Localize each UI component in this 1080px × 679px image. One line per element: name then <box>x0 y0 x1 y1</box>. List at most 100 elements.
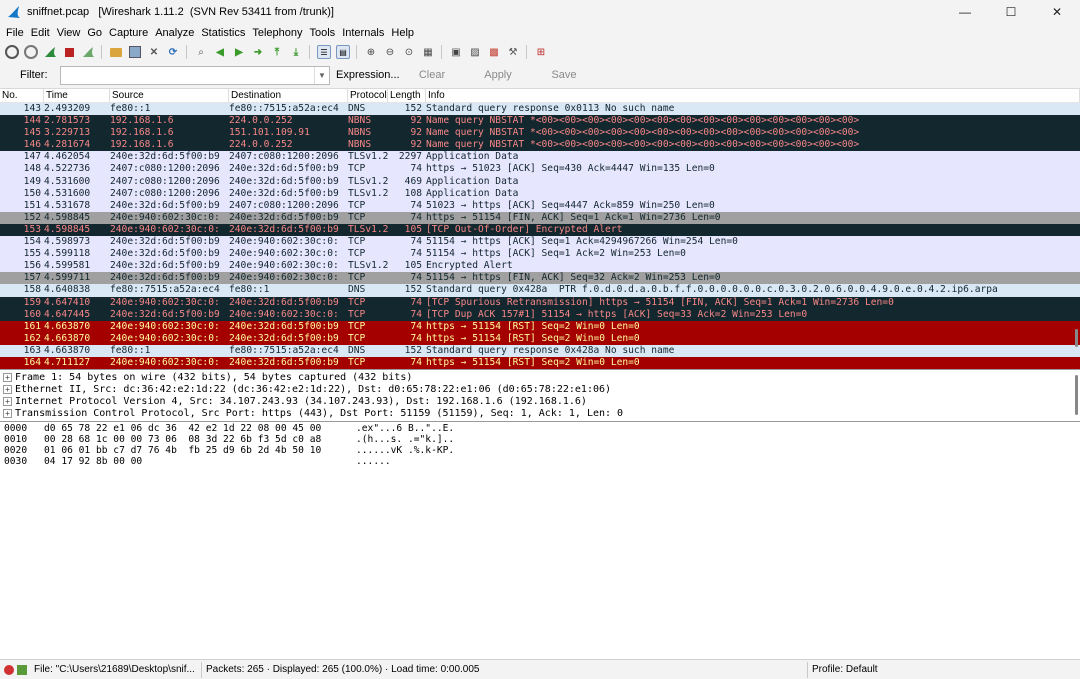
detail-row-tcp[interactable]: + Transmission Control Protocol, Src Port… <box>0 407 1080 419</box>
last-packet-icon[interactable]: ⤓ <box>289 45 303 59</box>
packet-cell-dst: 151.101.109.91 <box>229 127 310 139</box>
packet-row[interactable]: 151 4.531678 240e:32d:6d:5f00:b9 2407:c080:… <box>0 199 1080 212</box>
packet-row[interactable]: 144 2.781573 192.168.1.6 224.0.0.252 NBNS 92 N… <box>0 115 1080 128</box>
detail-row-ethernet[interactable]: + Ethernet II, Src: dc:36:42:e2:1d:22 (dc… <box>0 383 1080 395</box>
packet-row[interactable]: 163 4.663870 fe80::1 fe80::7515:a52a:ec4 DNS… <box>0 344 1080 357</box>
colorize-icon[interactable]: ☰ <box>317 45 331 59</box>
packet-cell-dst: fe80::1 <box>229 284 270 296</box>
apply-button[interactable]: Apply <box>468 69 528 81</box>
expression-button[interactable]: Expression... <box>336 69 400 81</box>
column-header-source[interactable]: Source <box>110 89 229 102</box>
menu-file[interactable]: File <box>6 27 24 39</box>
hex-dump-pane[interactable]: 0000 d0 65 78 22 e1 06 dc 36 42 e2 1d 22 … <box>0 423 1080 658</box>
menu-internals[interactable]: Internals <box>342 27 384 39</box>
first-packet-icon[interactable]: ⤒ <box>270 45 284 59</box>
packet-row[interactable]: 143 2.493209 fe80::1 fe80::7515:a52a:ec4 DNS… <box>0 103 1080 116</box>
packet-row[interactable]: 148 4.522736 2407:c080:1200:2096 240e:32d:6… <box>0 163 1080 176</box>
packet-row[interactable]: 150 4.531600 2407:c080:1200:2096 240e:32d:6… <box>0 187 1080 200</box>
coloring-rules-icon[interactable]: ▩ <box>487 45 501 59</box>
menu-capture[interactable]: Capture <box>109 27 148 39</box>
maximize-button[interactable]: ☐ <box>988 0 1034 24</box>
packet-row[interactable]: 155 4.599118 240e:32d:6d:5f00:b9 240e:940:6… <box>0 248 1080 261</box>
packet-row[interactable]: 146 4.281674 192.168.1.6 224.0.0.252 NBNS 92 N… <box>0 139 1080 152</box>
packet-row[interactable]: 153 4.598845 240e:940:602:30c:0: 240e:32d:6… <box>0 223 1080 237</box>
restart-capture-icon[interactable] <box>81 45 95 59</box>
packet-cell-time: 4.663870 <box>44 344 91 356</box>
column-header-destination[interactable]: Destination <box>229 89 348 102</box>
save-button[interactable]: Save <box>534 69 594 81</box>
packet-row[interactable]: 157 4.599711 240e:32d:6d:5f00:b9 240e:940:6… <box>0 272 1080 285</box>
go-to-packet-icon[interactable]: ➜ <box>251 45 265 59</box>
packet-row[interactable]: 154 4.598973 240e:32d:6d:5f00:b9 240e:940:6… <box>0 236 1080 249</box>
packet-row[interactable]: 164 4.711127 240e:940:602:30c:0: 240e:32d:6… <box>0 356 1080 369</box>
detail-row-ip[interactable]: + Internet Protocol Version 4, Src: 34.10… <box>0 395 1080 407</box>
go-forward-icon[interactable]: ▶ <box>232 45 246 59</box>
column-header-info[interactable]: Info <box>426 89 1080 102</box>
minimize-button[interactable]: — <box>942 0 988 24</box>
status-profile[interactable]: Profile: Default <box>808 662 1080 678</box>
packet-row[interactable]: 149 4.531600 2407:c080:1200:2096 240e:32d:6… <box>0 175 1080 188</box>
packet-row[interactable]: 162 4.663870 240e:940:602:30c:0: 240e:32d:6… <box>0 332 1080 345</box>
close-file-icon[interactable]: ✕ <box>147 45 161 59</box>
toolbar-separator <box>309 45 310 59</box>
resize-columns-icon[interactable]: ▦ <box>421 45 435 59</box>
capture-comment-icon[interactable] <box>17 664 27 675</box>
close-button[interactable]: ✕ <box>1034 0 1080 24</box>
menu-help[interactable]: Help <box>391 27 414 39</box>
packet-row[interactable]: 161 4.663870 240e:940:602:30c:0: 240e:32d:6… <box>0 320 1080 333</box>
expand-icon[interactable]: + <box>3 396 12 406</box>
details-scrollbar[interactable] <box>1075 375 1078 415</box>
packet-cell-info: 51023 → https [ACK] Seq=4447 Ack=859 Win… <box>426 199 715 211</box>
clear-button[interactable]: Clear <box>402 69 462 81</box>
menu-statistics[interactable]: Statistics <box>201 27 245 39</box>
packet-row[interactable]: 152 4.598845 240e:940:602:30c:0: 240e:32d:6… <box>0 211 1080 224</box>
expand-icon[interactable]: + <box>3 372 12 382</box>
find-packet-icon[interactable]: ⌕ <box>194 45 208 59</box>
column-header-time[interactable]: Time <box>44 89 110 102</box>
zoom-out-icon[interactable]: ⊖ <box>383 45 397 59</box>
packet-details[interactable]: + Frame 1: 54 bytes on wire (432 bits), 5… <box>0 371 1080 422</box>
column-header-protocol[interactable]: Protocol <box>348 89 388 102</box>
display-filters-icon[interactable]: ▨ <box>468 45 482 59</box>
reload-icon[interactable]: ⟳ <box>166 45 180 59</box>
packet-row[interactable]: 145 3.229713 192.168.1.6 151.101.109.91 NBNS… <box>0 127 1080 140</box>
options-icon[interactable] <box>24 45 38 59</box>
expert-info-icon[interactable] <box>4 664 14 675</box>
packet-row[interactable]: 160 4.647445 240e:32d:6d:5f00:b9 240e:940:6… <box>0 308 1080 321</box>
filter-input[interactable]: ▼ <box>60 65 330 85</box>
detail-row-frame[interactable]: + Frame 1: 54 bytes on wire (432 bits), 5… <box>0 371 1080 383</box>
expand-icon[interactable]: + <box>3 408 12 418</box>
zoom-in-icon[interactable]: ⊕ <box>364 45 378 59</box>
menu-view[interactable]: View <box>57 27 81 39</box>
column-header-no[interactable]: No. <box>0 89 44 102</box>
normal-size-icon[interactable]: ⊙ <box>402 45 416 59</box>
menu-tools[interactable]: Tools <box>310 27 336 39</box>
filter-label: Filter: <box>20 69 48 81</box>
packet-row[interactable]: 156 4.599581 240e:32d:6d:5f00:b9 240e:940:6… <box>0 260 1080 273</box>
stop-capture-icon[interactable] <box>62 45 76 59</box>
menu-telephony[interactable]: Telephony <box>252 27 302 39</box>
menu-edit[interactable]: Edit <box>31 27 50 39</box>
menu-go[interactable]: Go <box>87 27 102 39</box>
packet-row[interactable]: 159 4.647410 240e:940:602:30c:0: 240e:32d:6… <box>0 296 1080 309</box>
interfaces-icon[interactable] <box>5 45 19 59</box>
chevron-down-icon[interactable]: ▼ <box>314 66 329 84</box>
column-header-length[interactable]: Length <box>388 89 426 102</box>
packet-row[interactable]: 158 4.640838 fe80::7515:a52a:ec4 fe80::1 DNS… <box>0 284 1080 297</box>
menu-analyze[interactable]: Analyze <box>155 27 194 39</box>
packet-list[interactable]: No. Time Source Destination Protocol Len… <box>0 89 1080 370</box>
packet-list-scrollbar[interactable] <box>1075 329 1078 347</box>
save-file-icon[interactable] <box>128 45 142 59</box>
packet-cell-info: https → 51023 [ACK] Seq=430 Ack=4447 Win… <box>426 163 715 175</box>
go-back-icon[interactable]: ◀ <box>213 45 227 59</box>
packet-cell-info: Standard query 0x428a PTR f.0.d.0.d.a.0.… <box>426 284 998 296</box>
open-file-icon[interactable] <box>109 45 123 59</box>
capture-filters-icon[interactable]: ▣ <box>449 45 463 59</box>
packet-row[interactable]: 147 4.462054 240e:32d:6d:5f00:b9 2407:c080:… <box>0 151 1080 164</box>
packet-cell-info: [TCP Dup ACK 157#1] 51154 → https [ACK] … <box>426 308 808 320</box>
help-icon[interactable]: ⊞ <box>534 45 548 59</box>
auto-scroll-icon[interactable]: ▤ <box>336 45 350 59</box>
start-capture-icon[interactable] <box>43 45 57 59</box>
expand-icon[interactable]: + <box>3 384 12 394</box>
preferences-icon[interactable]: ⚒ <box>506 45 520 59</box>
